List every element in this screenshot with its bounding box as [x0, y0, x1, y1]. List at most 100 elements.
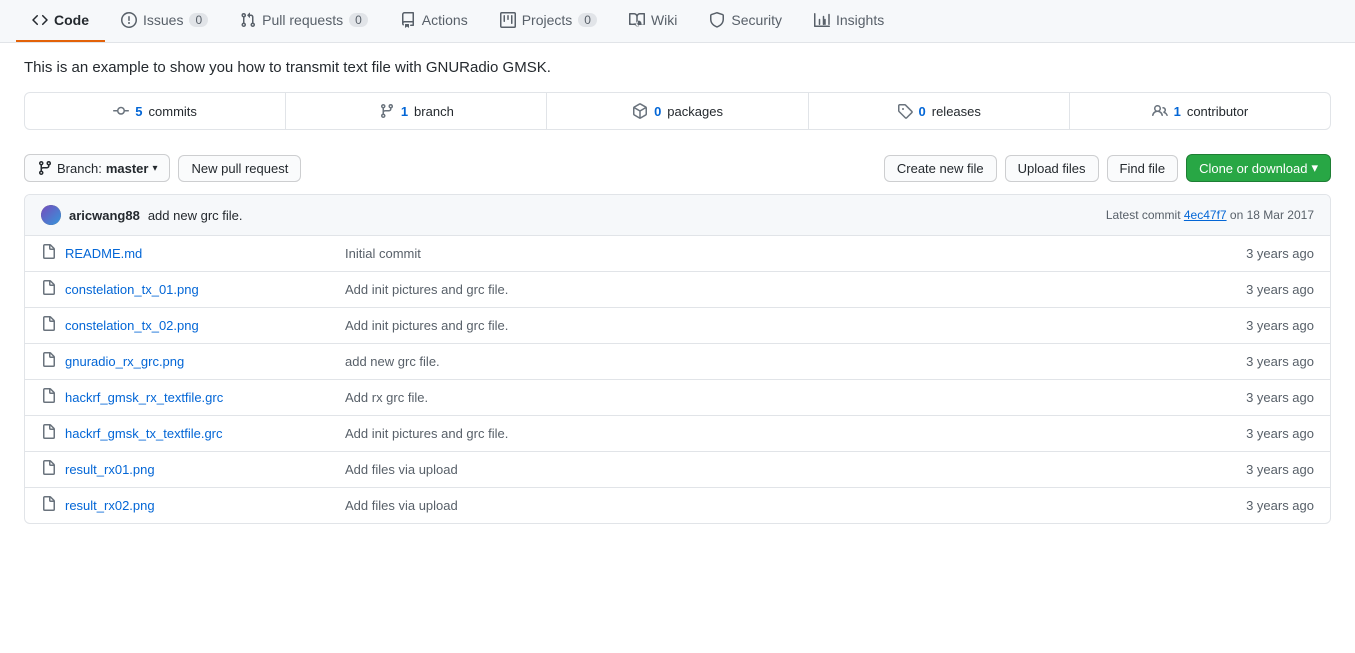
table-row: gnuradio_rx_grc.png add new grc file. 3 …	[25, 344, 1330, 380]
file-link[interactable]: result_rx02.png	[65, 498, 155, 513]
file-link[interactable]: hackrf_gmsk_rx_textfile.grc	[65, 390, 223, 405]
projects-badge: 0	[578, 13, 597, 27]
commits-label: commits	[149, 104, 197, 119]
tab-actions-label: Actions	[422, 12, 468, 28]
contributors-count[interactable]: 1	[1174, 104, 1181, 119]
file-link[interactable]: hackrf_gmsk_tx_textfile.grc	[65, 426, 223, 441]
wiki-icon	[629, 12, 645, 28]
file-icon	[41, 424, 57, 443]
branch-label: branch	[414, 104, 454, 119]
tab-pull-requests[interactable]: Pull requests 0	[224, 0, 384, 42]
pr-icon	[240, 12, 256, 28]
commit-date: 18 Mar 2017	[1247, 208, 1314, 222]
file-age: 3 years ago	[1214, 318, 1314, 333]
tab-wiki[interactable]: Wiki	[613, 0, 693, 42]
issue-icon	[121, 12, 137, 28]
table-row: hackrf_gmsk_tx_textfile.grc Add init pic…	[25, 416, 1330, 452]
stat-releases[interactable]: 0 releases	[809, 93, 1070, 129]
branch-chevron-icon: ▾	[152, 163, 157, 174]
file-link[interactable]: gnuradio_rx_grc.png	[65, 354, 184, 369]
find-file-label: Find file	[1120, 161, 1166, 176]
tab-issues[interactable]: Issues 0	[105, 0, 224, 42]
file-icon	[41, 316, 57, 335]
table-row: constelation_tx_02.png Add init pictures…	[25, 308, 1330, 344]
file-icon	[41, 280, 57, 299]
commit-message: add new grc file.	[148, 208, 243, 223]
file-link[interactable]: constelation_tx_02.png	[65, 318, 199, 333]
file-link[interactable]: README.md	[65, 246, 142, 261]
table-row: constelation_tx_01.png Add init pictures…	[25, 272, 1330, 308]
clone-or-download-button[interactable]: Clone or download ▾	[1186, 154, 1331, 182]
insights-icon	[814, 12, 830, 28]
new-pull-request-button[interactable]: New pull request	[178, 155, 301, 182]
upload-files-button[interactable]: Upload files	[1005, 155, 1099, 182]
file-name: result_rx01.png	[65, 462, 345, 477]
tab-actions[interactable]: Actions	[384, 0, 484, 42]
releases-label: releases	[932, 104, 981, 119]
releases-count[interactable]: 0	[919, 104, 926, 119]
table-row: result_rx01.png Add files via upload 3 y…	[25, 452, 1330, 488]
stat-packages[interactable]: 0 packages	[547, 93, 808, 129]
stat-contributors[interactable]: 1 contributor	[1070, 93, 1330, 129]
file-name: constelation_tx_01.png	[65, 282, 345, 297]
file-commit-msg: Add rx grc file.	[345, 390, 1214, 405]
branch-label: Branch:	[57, 161, 102, 176]
new-pull-request-label: New pull request	[191, 161, 288, 176]
commit-right: Latest commit 4ec47f7 on 18 Mar 2017	[1106, 208, 1314, 222]
tab-wiki-label: Wiki	[651, 12, 677, 28]
file-name: hackrf_gmsk_rx_textfile.grc	[65, 390, 345, 405]
file-commit-msg: Add files via upload	[345, 462, 1214, 477]
actions-right: Create new file Upload files Find file C…	[884, 154, 1331, 182]
tab-insights-label: Insights	[836, 12, 884, 28]
tab-security-label: Security	[731, 12, 782, 28]
file-table: aricwang88 add new grc file. Latest comm…	[24, 194, 1331, 524]
clone-or-download-label: Clone or download	[1199, 161, 1307, 176]
actions-bar: Branch: master ▾ New pull request Create…	[0, 146, 1355, 194]
stat-branch[interactable]: 1 branch	[286, 93, 547, 129]
commits-count[interactable]: 5	[135, 104, 142, 119]
file-commit-msg: Add init pictures and grc file.	[345, 318, 1214, 333]
branch-selector-icon	[37, 160, 53, 176]
file-commit-msg: Add init pictures and grc file.	[345, 282, 1214, 297]
tab-bar: Code Issues 0 Pull requests 0 Actions Pr…	[0, 0, 1355, 43]
create-new-file-button[interactable]: Create new file	[884, 155, 997, 182]
commit-author[interactable]: aricwang88	[69, 208, 140, 223]
tab-security[interactable]: Security	[693, 0, 798, 42]
pr-badge: 0	[349, 13, 368, 27]
commit-stat-icon	[113, 103, 129, 119]
code-icon	[32, 12, 48, 28]
branch-count[interactable]: 1	[401, 104, 408, 119]
stats-bar: 5 commits 1 branch 0 packages 0 releases…	[24, 92, 1331, 130]
commit-on-label: on	[1230, 208, 1247, 222]
file-name: constelation_tx_02.png	[65, 318, 345, 333]
file-link[interactable]: result_rx01.png	[65, 462, 155, 477]
file-name: gnuradio_rx_grc.png	[65, 354, 345, 369]
file-age: 3 years ago	[1214, 462, 1314, 477]
file-icon	[41, 496, 57, 515]
commit-hash[interactable]: 4ec47f7	[1184, 208, 1227, 222]
file-icon	[41, 352, 57, 371]
file-link[interactable]: constelation_tx_01.png	[65, 282, 199, 297]
commit-latest-label: Latest commit	[1106, 208, 1184, 222]
commit-header: aricwang88 add new grc file. Latest comm…	[25, 195, 1330, 236]
file-age: 3 years ago	[1214, 246, 1314, 261]
branch-current: master	[106, 161, 149, 176]
tab-projects[interactable]: Projects 0	[484, 0, 613, 42]
find-file-button[interactable]: Find file	[1107, 155, 1179, 182]
tab-code[interactable]: Code	[16, 0, 105, 42]
packages-label: packages	[667, 104, 723, 119]
tab-code-label: Code	[54, 12, 89, 28]
packages-count[interactable]: 0	[654, 104, 661, 119]
file-commit-msg: Initial commit	[345, 246, 1214, 261]
file-name: README.md	[65, 246, 345, 261]
tab-issues-label: Issues	[143, 12, 183, 28]
file-rows: README.md Initial commit 3 years ago con…	[25, 236, 1330, 523]
avatar	[41, 205, 61, 225]
stat-commits[interactable]: 5 commits	[25, 93, 286, 129]
branch-selector[interactable]: Branch: master ▾	[24, 154, 170, 182]
file-icon	[41, 388, 57, 407]
file-icon	[41, 244, 57, 263]
file-age: 3 years ago	[1214, 498, 1314, 513]
tag-stat-icon	[897, 103, 913, 119]
tab-insights[interactable]: Insights	[798, 0, 900, 42]
